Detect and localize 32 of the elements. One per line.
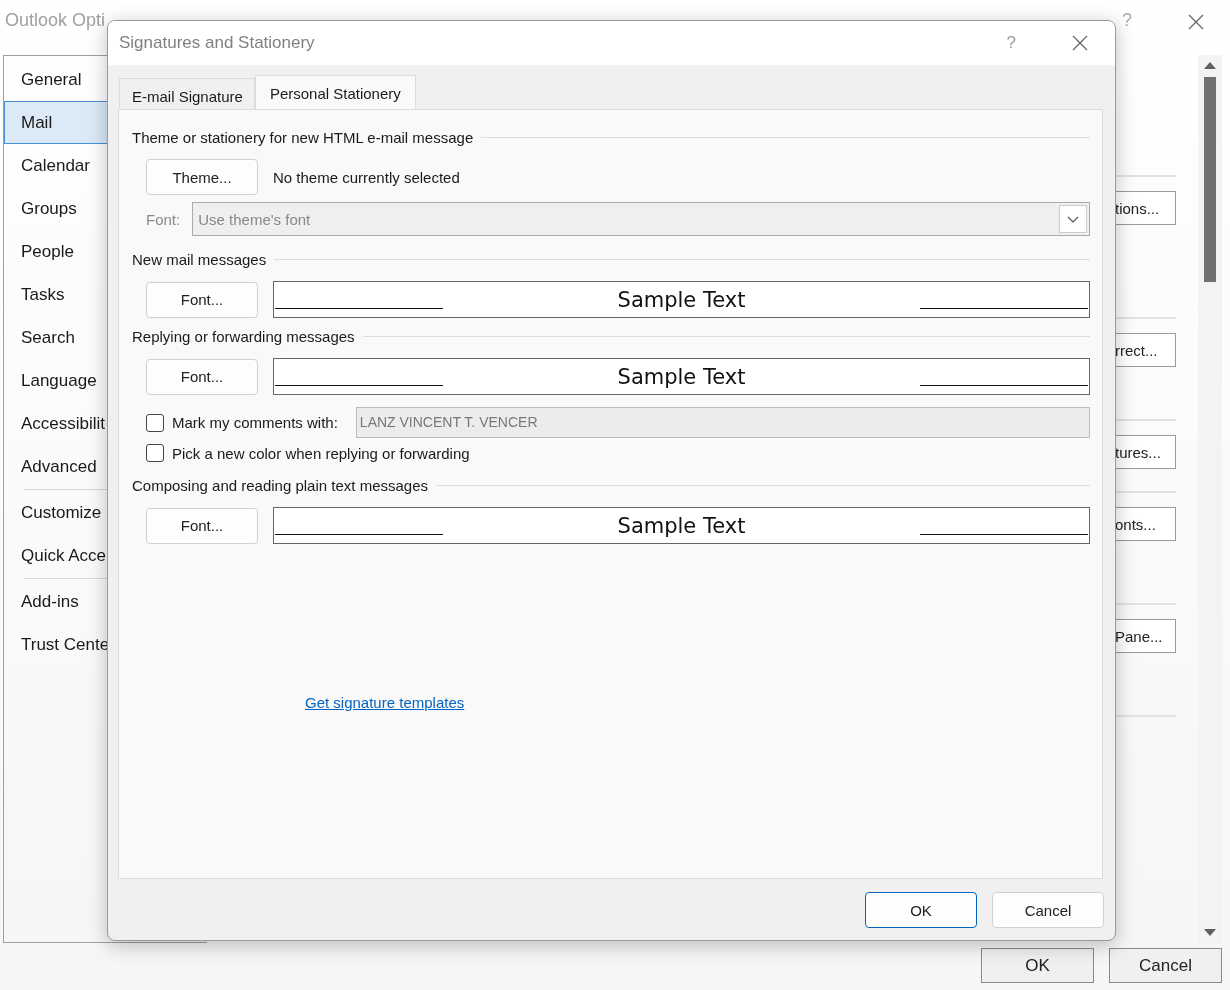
templates-link[interactable]: Get signature templates [305,694,465,711]
checkbox-label: Mark my comments with: [172,414,338,431]
name-field[interactable]: LANZ VINCENT T. VENCER [355,407,1090,438]
section-heading: Composing and reading plain text messages [132,476,428,494]
window-title: Outlook Opti [5,10,106,31]
scrollbar-thumb[interactable] [1204,77,1216,282]
section-heading: Replying or forwarding messages [132,327,355,345]
dialog-title: Signatures and Stationery [119,33,315,53]
font-button[interactable]: Font... [146,281,258,318]
scrollbar[interactable] [1198,55,1222,943]
theme-button[interactable]: Theme... [146,159,258,195]
font-sample: Sample Text [273,507,1090,544]
close-icon[interactable] [1188,14,1204,30]
checkbox[interactable] [146,444,164,462]
font-button[interactable]: Font... [146,507,258,544]
font-sample: Sample Text [273,281,1090,318]
dialog-button[interactable]: OK [865,892,977,928]
tab[interactable]: Personal Stationery [254,75,416,109]
scroll-down-icon[interactable] [1204,929,1216,937]
close-icon[interactable] [1072,35,1088,51]
font-sample: Sample Text [273,358,1090,395]
dialog-button[interactable]: Cancel [1109,948,1222,983]
tab[interactable]: E-mail Signature [119,78,255,109]
scroll-up-icon[interactable] [1204,61,1216,69]
checkbox[interactable] [146,413,164,432]
font-label: Font: [146,210,181,228]
dialog-button[interactable]: OK [981,948,1094,983]
dialog-button[interactable]: Cancel [992,892,1104,928]
theme-status: No theme currently selected [273,168,460,186]
section-heading: New mail messages [132,250,267,268]
checkbox-label: Pick a new color when replying or forwarding [172,444,470,462]
font-button[interactable]: Font... [146,358,258,395]
